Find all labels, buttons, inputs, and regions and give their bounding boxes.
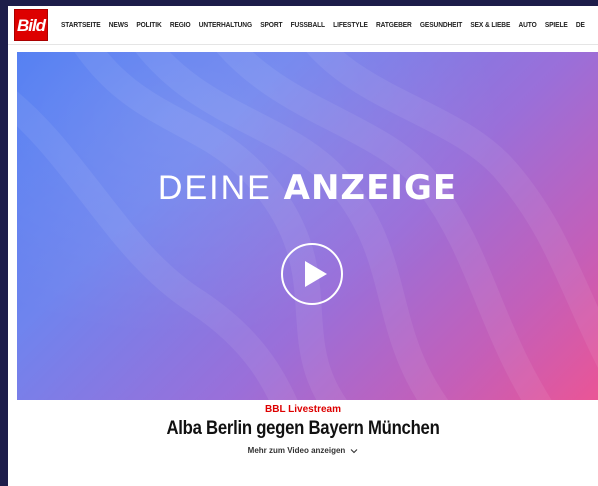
page: Bild STARTSEITE NEWS POLITIK REGIO UNTER… bbox=[8, 6, 598, 486]
article-headline[interactable]: Alba Berlin gegen Bayern München bbox=[43, 418, 562, 440]
nav-item-news[interactable]: NEWS bbox=[109, 21, 128, 29]
video-player[interactable]: DEINE ANZEIGE bbox=[17, 52, 598, 400]
nav-item-politik[interactable]: POLITIK bbox=[136, 21, 161, 29]
nav-item-de[interactable]: DE bbox=[576, 21, 585, 29]
nav-item-gesundheit[interactable]: GESUNDHEIT bbox=[420, 21, 462, 29]
nav-item-regio[interactable]: REGIO bbox=[170, 21, 191, 29]
nav-item-unterhaltung[interactable]: UNTERHALTUNG bbox=[199, 21, 252, 29]
main-menu: STARTSEITE NEWS POLITIK REGIO UNTERHALTU… bbox=[61, 6, 593, 44]
top-navigation: Bild STARTSEITE NEWS POLITIK REGIO UNTER… bbox=[8, 6, 598, 45]
nav-item-spiele[interactable]: SPIELE bbox=[545, 21, 568, 29]
ad-title-bold: ANZEIGE bbox=[283, 168, 458, 208]
nav-item-ratgeber[interactable]: RATGEBER bbox=[376, 21, 412, 29]
nav-item-lifestyle[interactable]: LIFESTYLE bbox=[333, 21, 368, 29]
nav-item-auto[interactable]: AUTO bbox=[518, 21, 536, 29]
nav-item-startseite[interactable]: STARTSEITE bbox=[61, 21, 101, 29]
play-button[interactable] bbox=[281, 243, 343, 305]
more-video-label: Mehr zum Video anzeigen bbox=[247, 446, 346, 455]
article-kicker[interactable]: BBL Livestream bbox=[8, 404, 598, 415]
nav-item-fussball[interactable]: FUSSBALL bbox=[291, 21, 325, 29]
play-icon bbox=[305, 261, 327, 287]
ad-title: DEINE ANZEIGE bbox=[17, 168, 598, 208]
ad-title-light: DEINE bbox=[157, 169, 272, 207]
more-video-button[interactable]: Mehr zum Video anzeigen bbox=[248, 446, 359, 455]
nav-item-sport[interactable]: SPORT bbox=[260, 21, 282, 29]
chevron-down-icon bbox=[350, 448, 358, 453]
bild-logo[interactable]: Bild bbox=[14, 9, 48, 41]
video-caption: BBL Livestream Alba Berlin gegen Bayern … bbox=[8, 404, 598, 458]
background-waves bbox=[17, 52, 598, 400]
nav-item-sex-liebe[interactable]: SEX & LIEBE bbox=[470, 21, 510, 29]
